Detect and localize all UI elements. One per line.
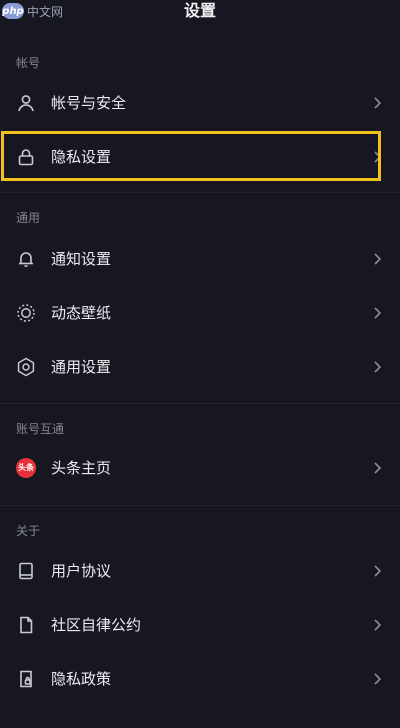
- gear-icon: [15, 356, 37, 378]
- chevron-right-icon: [374, 565, 382, 577]
- settings-item-label: 头条主页: [51, 459, 112, 477]
- chevron-right-icon: [374, 673, 382, 685]
- chevron-right-icon: [374, 619, 382, 631]
- section-divider: [0, 192, 400, 193]
- section-label-account: 帐号: [16, 56, 41, 70]
- settings-item-account-security[interactable]: 帐号与安全: [0, 78, 400, 128]
- settings-item-user-agreement[interactable]: 用户协议: [0, 546, 400, 596]
- settings-item-privacy-settings[interactable]: 隐私设置: [0, 132, 400, 182]
- privacy-document-icon: [15, 668, 37, 690]
- toutiao-logo-icon: 头条: [15, 457, 37, 479]
- settings-item-label: 用户协议: [51, 562, 112, 580]
- settings-item-label: 隐私设置: [51, 148, 112, 166]
- chevron-right-icon: [374, 307, 382, 319]
- section-divider: [0, 403, 400, 404]
- bell-icon: [15, 248, 37, 270]
- user-icon: [15, 92, 37, 114]
- sun-icon: [15, 302, 37, 324]
- book-icon: [15, 560, 37, 582]
- settings-item-dynamic-wallpaper[interactable]: 动态壁纸: [0, 288, 400, 338]
- section-label-about: 关于: [16, 524, 41, 538]
- section-divider: [0, 505, 400, 506]
- chevron-right-icon: [374, 361, 382, 373]
- settings-item-label: 动态壁纸: [51, 304, 112, 322]
- settings-item-label: 通用设置: [51, 358, 112, 376]
- toutiao-badge: 头条: [16, 458, 36, 478]
- settings-item-label: 隐私政策: [51, 670, 112, 688]
- settings-item-community-guidelines[interactable]: 社区自律公约: [0, 600, 400, 650]
- section-label-linked-accounts: 账号互通: [16, 422, 65, 436]
- settings-item-label: 社区自律公约: [51, 616, 142, 634]
- settings-item-label: 通知设置: [51, 250, 112, 268]
- chevron-right-icon: [374, 253, 382, 265]
- settings-item-general-settings[interactable]: 通用设置: [0, 342, 400, 392]
- chevron-right-icon: [374, 97, 382, 109]
- settings-item-notification-settings[interactable]: 通知设置: [0, 234, 400, 284]
- section-label-general: 通用: [16, 211, 41, 225]
- page-title: 设置: [183, 1, 216, 20]
- chevron-right-icon: [374, 151, 382, 163]
- settings-item-toutiao-home[interactable]: 头条 头条主页: [0, 443, 400, 493]
- chevron-right-icon: [374, 462, 382, 474]
- top-bar: php 中文网 设置: [0, 0, 400, 36]
- settings-item-privacy-policy[interactable]: 隐私政策: [0, 654, 400, 704]
- document-icon: [15, 614, 37, 636]
- settings-item-label: 帐号与安全: [51, 94, 127, 112]
- lock-icon: [15, 146, 37, 168]
